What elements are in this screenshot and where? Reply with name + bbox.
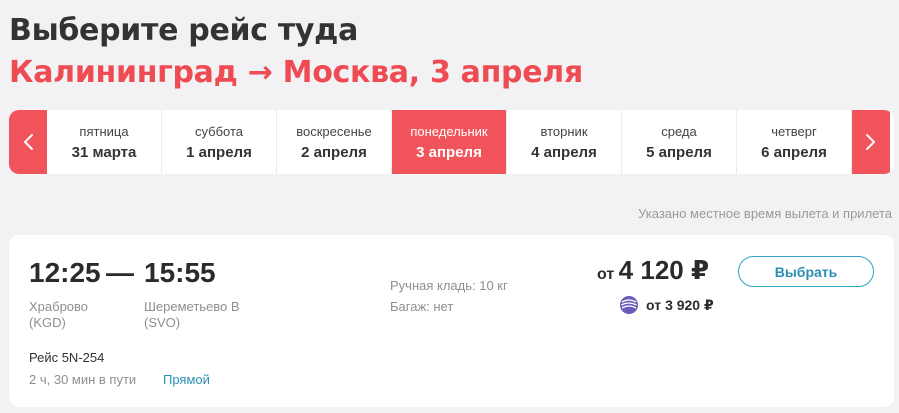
loyalty-program-icon xyxy=(620,296,638,314)
hand-luggage: Ручная кладь: 10 кг xyxy=(390,278,508,293)
prev-date-button[interactable] xyxy=(9,110,47,174)
arrival-time: 15:55 xyxy=(144,257,216,288)
flight-card: 12:25 — 15:55 Храброво (KGD) Шереметьево… xyxy=(9,235,894,407)
date-tab-weekday: среда xyxy=(661,123,697,139)
direct-flight-link[interactable]: Прямой xyxy=(163,372,210,387)
arrival-airport-name: Шереметьево B xyxy=(144,299,240,314)
date-tab-date: 6 апреля xyxy=(761,143,827,161)
date-tab-date: 2 апреля xyxy=(301,143,367,161)
baggage-info: Ручная кладь: 10 кг Багаж: нет xyxy=(390,275,508,317)
chevron-right-icon xyxy=(866,134,875,150)
date-tab[interactable]: суббота 1 апреля xyxy=(162,110,277,174)
date-tab-weekday: воскресенье xyxy=(296,123,372,139)
chevron-left-icon xyxy=(24,134,33,150)
date-tab-date: 31 марта xyxy=(71,143,137,161)
next-date-button[interactable] xyxy=(852,110,890,174)
date-tab-date: 1 апреля xyxy=(186,143,252,161)
departure-airport: Храброво (KGD) xyxy=(29,299,88,331)
checked-baggage: Багаж: нет xyxy=(390,299,454,314)
local-time-note: Указано местное время вылета и прилета xyxy=(638,206,892,221)
flight-number: Рейс 5N-254 xyxy=(29,350,105,365)
loyalty-price: от 3 920 ₽ xyxy=(619,295,714,315)
price-prefix: от xyxy=(597,266,615,283)
date-tab[interactable]: четверг 6 апреля xyxy=(737,110,852,174)
departure-time: 12:25 xyxy=(29,257,101,288)
date-tab-weekday: пятница xyxy=(79,123,129,139)
price-value: 4 120 ₽ xyxy=(618,255,710,285)
date-tab-weekday: суббота xyxy=(194,123,244,139)
date-tab-weekday: понедельник xyxy=(410,123,488,139)
page-title: Выберите рейс туда xyxy=(9,13,359,48)
date-tab[interactable]: воскресенье 2 апреля xyxy=(277,110,392,174)
loyalty-price-prefix: от xyxy=(646,297,662,313)
date-tab[interactable]: среда 5 апреля xyxy=(622,110,737,174)
price: от 4 120 ₽ xyxy=(597,255,709,286)
departure-airport-code: (KGD) xyxy=(29,315,66,330)
date-tab-date: 4 апреля xyxy=(531,143,597,161)
flight-duration: 2 ч, 30 мин в пути xyxy=(29,372,137,387)
date-tab-date: 5 апреля xyxy=(646,143,712,161)
select-flight-button[interactable]: Выбрать xyxy=(738,256,874,287)
date-tab[interactable]: вторник 4 апреля xyxy=(507,110,622,174)
arrival-airport-code: (SVO) xyxy=(144,315,181,330)
date-tab-selected[interactable]: понедельник 3 апреля xyxy=(392,110,507,174)
date-selector: пятница 31 марта суббота 1 апреля воскре… xyxy=(9,110,894,174)
time-separator: — xyxy=(106,257,134,288)
date-tab-date: 3 апреля xyxy=(416,143,482,161)
loyalty-price-value: 3 920 ₽ xyxy=(665,296,714,313)
date-tab-weekday: вторник xyxy=(540,123,588,139)
date-tab-weekday: четверг xyxy=(771,123,817,139)
arrival-airport: Шереметьево B (SVO) xyxy=(144,299,240,331)
date-tab[interactable]: пятница 31 марта xyxy=(47,110,162,174)
route-subtitle: Калининград → Москва, 3 апреля xyxy=(9,55,583,90)
departure-airport-name: Храброво xyxy=(29,299,89,314)
